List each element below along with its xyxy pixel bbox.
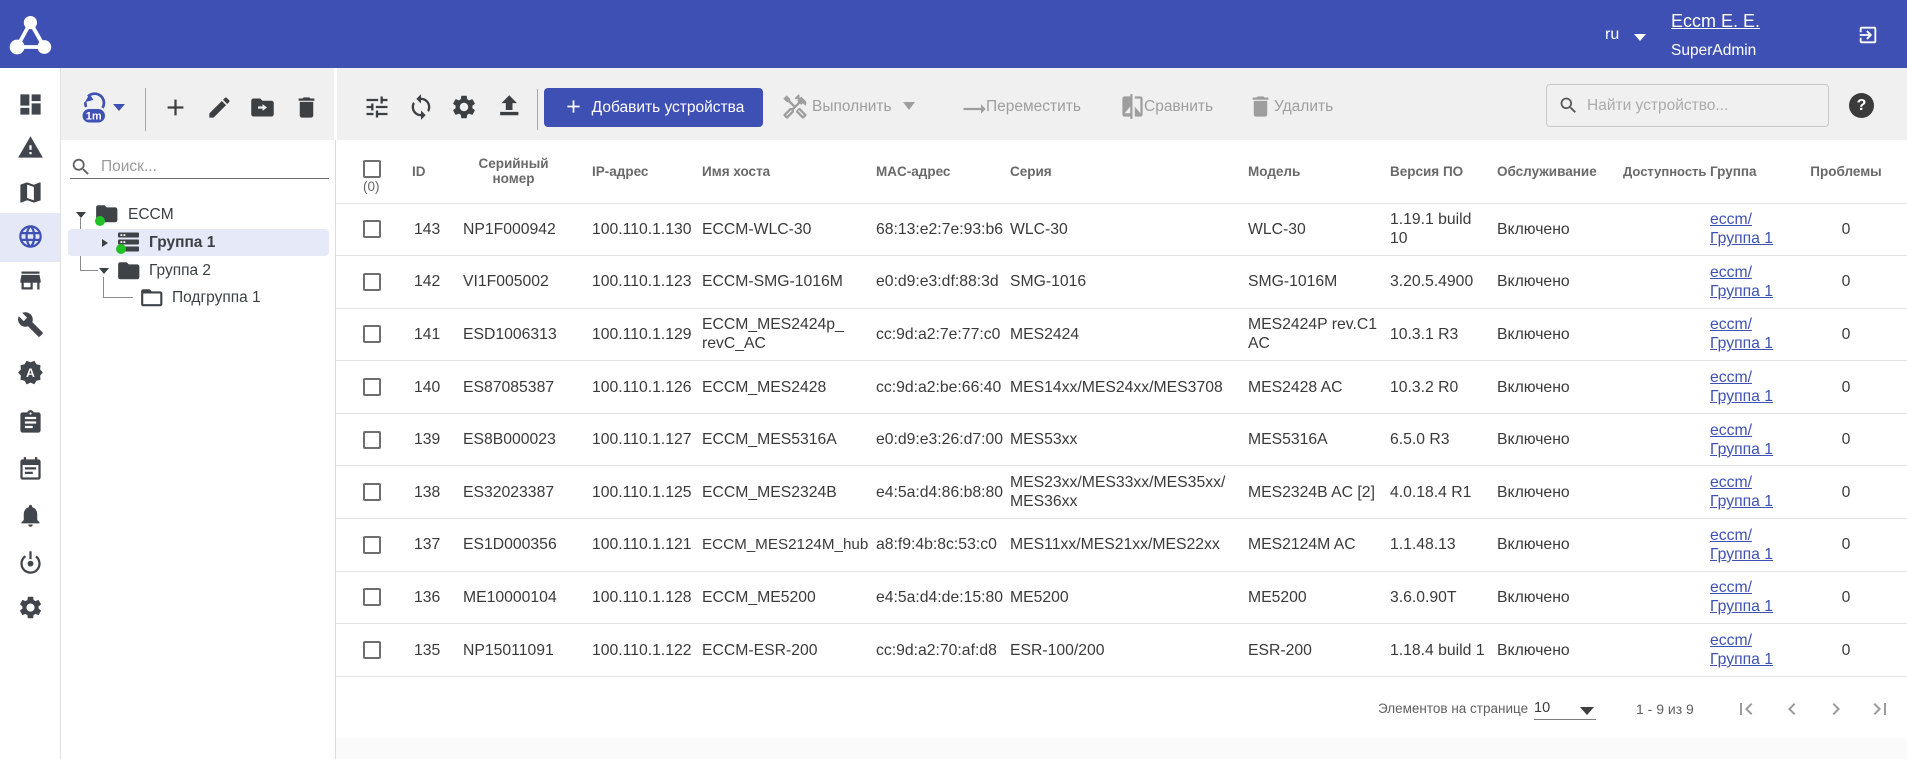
svg-text:A: A: [26, 366, 35, 380]
svg-text:1m: 1m: [86, 110, 102, 122]
